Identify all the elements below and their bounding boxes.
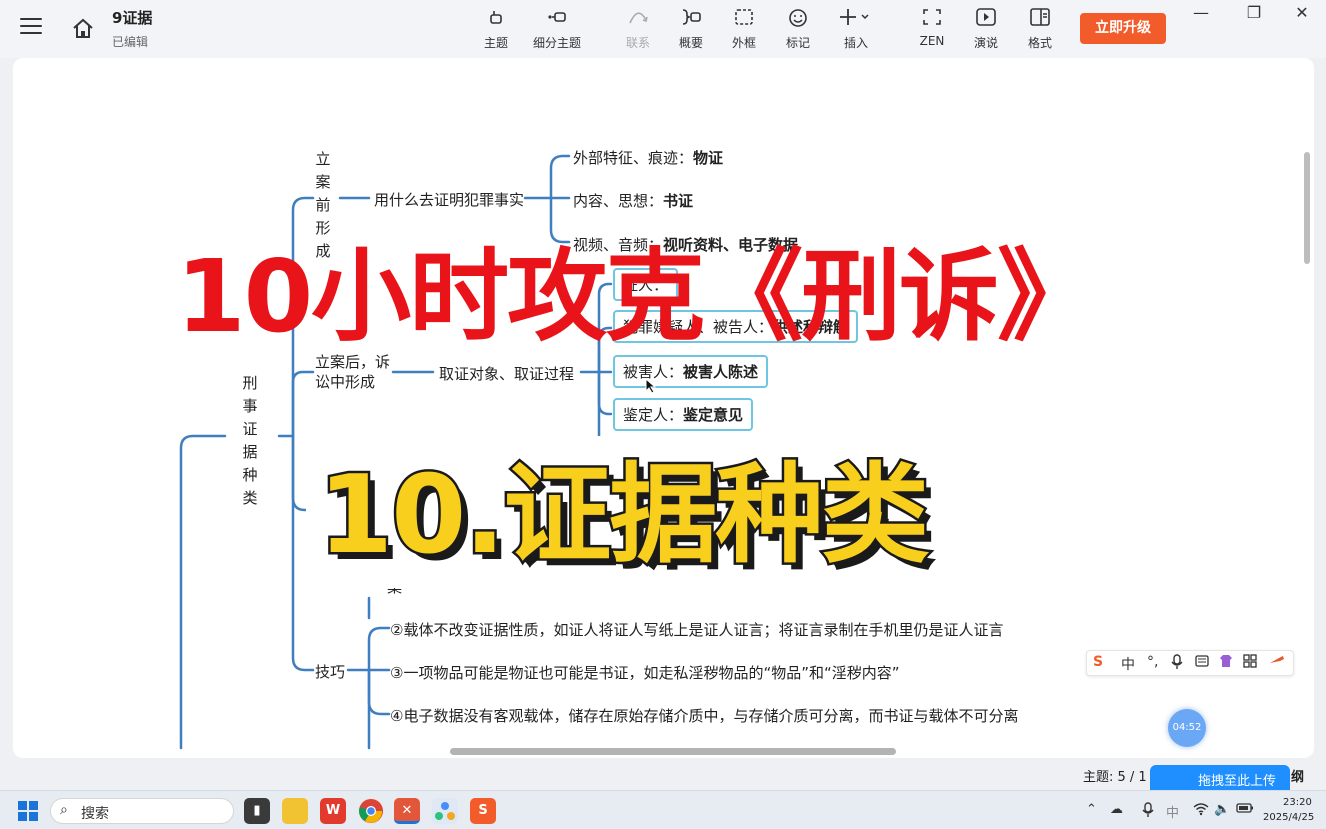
branch-tips[interactable]: 技巧 <box>315 661 345 682</box>
subtopic-button[interactable]: 细分主题 <box>529 8 585 52</box>
clock-date[interactable]: 2025/4/25 <box>1263 812 1314 823</box>
document-title[interactable]: 9证据 <box>112 7 152 28</box>
summary-button[interactable]: 概要 <box>663 8 719 52</box>
vertical-scrollbar[interactable] <box>1304 152 1310 264</box>
summary-icon <box>663 8 719 30</box>
cloud-icon[interactable]: ☁ <box>1110 802 1123 817</box>
restore-icon[interactable]: ❐ <box>1239 2 1269 24</box>
search-placeholder: 搜索 <box>81 806 109 822</box>
home-icon[interactable] <box>70 16 96 42</box>
xmind-icon[interactable]: ✕ <box>394 798 420 824</box>
present-button[interactable]: 演说 <box>958 8 1014 52</box>
zen-icon <box>904 8 960 30</box>
relation-label: 联系 <box>625 36 650 50</box>
taskbar-search[interactable]: ⌕ 搜索 <box>50 798 234 824</box>
play-icon <box>958 8 1014 30</box>
punctuation-toggle[interactable]: °, <box>1147 654 1158 670</box>
ime-toolbar[interactable]: S 中 °, <box>1086 650 1294 676</box>
format-label: 格式 <box>1027 36 1052 50</box>
close-icon[interactable]: ✕ <box>1287 2 1317 24</box>
tip-item-3[interactable]: ③一项物品可能是物证也可能是书证，如走私淫秽物品的“物品”和“淫秽内容” <box>390 662 900 683</box>
wps-icon[interactable]: W <box>320 798 346 824</box>
sogou-app-icon[interactable]: S <box>470 798 496 824</box>
battery-icon[interactable] <box>1236 802 1254 818</box>
minimize-icon[interactable]: — <box>1186 2 1216 24</box>
summary-label: 概要 <box>678 36 703 50</box>
wifi-icon[interactable] <box>1193 802 1209 820</box>
marker-label: 标记 <box>785 36 810 50</box>
topic-count: 主题: 5 / 1 <box>1083 770 1147 785</box>
boundary-icon <box>716 8 772 30</box>
leaf-expert-bold: 鉴定意见 <box>683 406 744 424</box>
grid-icon[interactable] <box>1243 654 1257 672</box>
leaf-document-bold: 书证 <box>663 192 694 210</box>
topic-button[interactable]: 主题 <box>468 8 524 52</box>
boundary-button[interactable]: 外框 <box>716 8 772 52</box>
ime-mode-toggle[interactable]: 中 <box>1121 654 1135 674</box>
topic-prove-facts[interactable]: 用什么去证明犯罪事实 <box>374 189 524 210</box>
chrome-icon[interactable] <box>358 798 384 824</box>
topic-object-process[interactable]: 取证对象、取证过程 <box>439 363 574 384</box>
task-view-icon[interactable]: ▮ <box>244 798 270 824</box>
insert-label: 插入 <box>843 36 868 50</box>
clock-time[interactable]: 23:20 <box>1283 797 1312 808</box>
tip-item-4[interactable]: ④电子数据没有客观载体，储存在原始存储介质中，与存储介质可分离，而书证与载体不可… <box>390 705 1018 726</box>
microphone-icon[interactable] <box>1142 802 1154 822</box>
zen-label: ZEN <box>919 34 945 48</box>
ime-indicator[interactable]: 中 <box>1166 802 1179 821</box>
windows-taskbar: ⌕ 搜索 ▮ W ✕ S ⌃ ☁ 中 🔈 23:20 2025/4/25 <box>0 790 1326 829</box>
leaf-expert-opinion[interactable]: 鉴定人：鉴定意见 <box>613 398 754 431</box>
plus-icon <box>828 8 884 30</box>
search-icon: ⌕ <box>60 802 68 818</box>
present-label: 演说 <box>973 36 998 50</box>
leaf-document-prefix: 内容、思想： <box>573 192 664 210</box>
file-explorer-icon[interactable] <box>282 798 308 824</box>
panel-icon <box>1012 8 1068 30</box>
recording-timer[interactable]: 04:52 <box>1168 709 1206 747</box>
upload-drop-tip[interactable]: 拖拽至此上传 <box>1150 765 1290 793</box>
keyboard-icon[interactable] <box>1195 654 1209 672</box>
format-button[interactable]: 格式 <box>1012 8 1068 52</box>
subtopic-icon <box>529 8 585 30</box>
tray-expand-icon[interactable]: ⌃ <box>1086 802 1097 817</box>
leaf-expert-prefix: 鉴定人： <box>623 406 684 424</box>
volume-icon[interactable]: 🔈 <box>1214 802 1230 817</box>
tool-icon[interactable] <box>1269 654 1285 670</box>
leaf-physical-prefix: 外部特征、痕迹： <box>573 149 694 167</box>
video-title-overlay: 10小时攻克《刑诉》 <box>176 238 1097 355</box>
shirt-icon[interactable] <box>1219 654 1233 672</box>
video-subtitle-overlay: 10.证据种类 <box>316 451 932 581</box>
topic-icon <box>468 8 524 30</box>
boundary-label: 外框 <box>731 36 756 50</box>
mouse-cursor-icon <box>645 378 657 394</box>
sogou-logo-icon[interactable]: S <box>1093 654 1103 670</box>
outline-tab[interactable]: 纲 <box>1291 766 1304 785</box>
insert-button[interactable]: 插入 <box>828 8 884 52</box>
horizontal-scrollbar[interactable] <box>450 748 896 755</box>
leaf-physical-evidence[interactable]: 外部特征、痕迹：物证 <box>573 147 723 168</box>
root-topic[interactable]: 刑事证据种类 <box>241 372 259 510</box>
leaf-physical-bold: 物证 <box>693 149 724 167</box>
document-status: 已编辑 <box>112 35 149 49</box>
app-toolbar: 9证据 已编辑 主题 细分主题 联系 概要 外框 标记 插入 ZEN 演说 格式… <box>0 0 1326 58</box>
relation-icon <box>610 8 666 30</box>
marker-button[interactable]: 标记 <box>770 8 826 52</box>
leaf-victim-bold: 被害人陈述 <box>683 363 759 381</box>
mic-icon[interactable] <box>1171 654 1183 674</box>
upgrade-button[interactable]: 立即升级 <box>1080 13 1166 44</box>
smiley-icon <box>770 8 826 30</box>
topic-label: 主题 <box>483 36 508 50</box>
zen-button[interactable]: ZEN <box>904 8 960 52</box>
tip-item-2[interactable]: ②载体不改变证据性质，如证人将证人写纸上是证人证言；将证言录制在手机里仍是证人证… <box>390 619 1003 640</box>
menu-icon[interactable] <box>20 18 42 38</box>
network-app-icon[interactable] <box>432 798 458 824</box>
leaf-documentary-evidence[interactable]: 内容、思想：书证 <box>573 190 693 211</box>
subtopic-label: 细分主题 <box>532 36 581 50</box>
windows-start-icon[interactable] <box>18 801 38 821</box>
relation-button[interactable]: 联系 <box>610 8 666 52</box>
